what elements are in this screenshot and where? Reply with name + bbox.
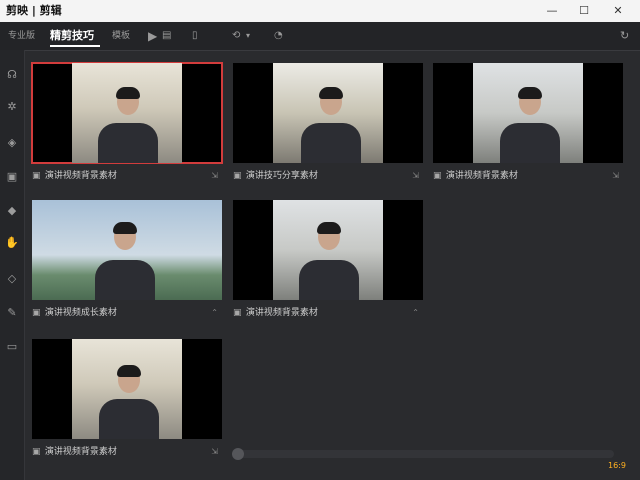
person-figure [98, 123, 158, 163]
video-icon: ▣ [32, 447, 41, 457]
refresh-icon[interactable]: ↻ [620, 22, 629, 50]
phone-icon[interactable]: ▯ [192, 22, 198, 50]
scroll-handle[interactable] [232, 448, 244, 460]
clip-card[interactable]: ▣ 演讲视频背景素材 ⇲ [31, 62, 224, 190]
person-figure [99, 399, 159, 439]
clip-thumbnail[interactable] [31, 62, 223, 164]
gear-icon[interactable]: ✲ [5, 100, 19, 114]
more-icon[interactable]: ⇲ [211, 445, 218, 459]
tag-icon[interactable]: ◆ [5, 204, 19, 218]
clip-card[interactable]: ▣ 演讲视频背景素材 ⇲ [433, 63, 625, 190]
video-icon: ▣ [433, 171, 442, 181]
expand-icon[interactable]: ⌃ [211, 306, 218, 320]
clip-thumbnail[interactable] [32, 200, 222, 300]
clip-title: 演讲视频背景素材 [44, 447, 117, 457]
video-icon: ▣ [233, 171, 242, 181]
clip-title: 演讲视频成长素材 [44, 308, 117, 318]
transition-icon[interactable]: ⟲ [232, 22, 240, 50]
person-figure [518, 87, 542, 99]
clip-grid: ▣ 演讲视频背景素材 ⇲ ▣ 演讲技巧分享素材 ⇲ ▣ 演讲视频背景素材 ⇲ ▣… [24, 50, 640, 480]
active-tab-indicator [50, 45, 100, 47]
brush-icon[interactable]: ✎ [5, 306, 19, 320]
expand-icon[interactable]: ⌃ [412, 306, 419, 320]
person-figure [116, 87, 140, 99]
tab-templates[interactable]: 模板 [112, 22, 130, 50]
pointer-icon[interactable]: ◔ [274, 22, 283, 50]
window-title: 剪映 | 剪辑 [6, 4, 62, 17]
clip-card[interactable]: ▣ 演讲技巧分享素材 ⇲ [233, 63, 425, 190]
person-figure [299, 260, 359, 300]
monitor-icon[interactable]: ▣ [5, 170, 19, 184]
person-figure [95, 260, 155, 300]
tab-pro[interactable]: 专业版 [8, 22, 35, 50]
person-figure [301, 123, 361, 163]
clip-caption: ▣ 演讲视频背景素材 ⇲ [433, 169, 623, 183]
clip-caption: ▣ 演讲视频背景素材 ⇲ [32, 445, 222, 459]
clip-caption: ▣ 演讲视频成长素材 ⌃ [32, 306, 222, 320]
video-icon: ▣ [32, 308, 41, 318]
video-icon: ▣ [233, 308, 242, 318]
close-button[interactable]: ✕ [606, 0, 630, 22]
clip-title: 演讲视频背景素材 [245, 308, 318, 318]
bag-icon[interactable]: ◈ [5, 136, 19, 150]
clip-caption: ▣ 演讲技巧分享素材 ⇲ [233, 169, 423, 183]
aspect-ratio-badge[interactable]: 16:9 [608, 461, 626, 470]
more-icon[interactable]: ⇲ [612, 169, 619, 183]
media-icon[interactable]: ▤ [162, 22, 171, 50]
chevron-down-icon[interactable]: ▾ [246, 22, 250, 50]
person-figure [117, 365, 141, 377]
clip-caption: ▣ 演讲视频背景素材 ⌃ [233, 306, 423, 320]
clip-thumbnail[interactable] [233, 200, 423, 300]
sidebar: ☊ ✲ ◈ ▣ ◆ ✋ ◇ ✎ ▭ [0, 50, 25, 480]
clip-title: 演讲视频背景素材 [445, 171, 518, 181]
clip-card[interactable]: ▣ 演讲视频成长素材 ⌃ [32, 200, 224, 327]
horizontal-scrollbar[interactable] [236, 450, 614, 458]
clip-thumbnail[interactable] [32, 339, 222, 439]
clip-thumbnail[interactable] [433, 63, 623, 163]
brain-icon[interactable]: ☊ [5, 68, 19, 82]
clip-card[interactable]: ▣ 演讲视频背景素材 ⇲ [32, 339, 224, 466]
clip-caption: ▣ 演讲视频背景素材 ⇲ [32, 169, 222, 183]
more-icon[interactable]: ⇲ [412, 169, 419, 183]
clip-card[interactable]: ▣ 演讲视频背景素材 ⌃ [233, 200, 425, 327]
person-figure [500, 123, 560, 163]
video-icon: ▣ [32, 171, 41, 181]
settings-panel-icon[interactable]: ▭ [5, 340, 19, 354]
person-figure [113, 222, 137, 234]
clip-title: 演讲技巧分享素材 [245, 171, 318, 181]
clip-title: 演讲视频背景素材 [44, 171, 117, 181]
more-icon[interactable]: ⇲ [211, 169, 218, 183]
play-icon[interactable]: ▶ [148, 22, 157, 50]
minimize-button[interactable]: — [540, 0, 564, 22]
clip-thumbnail[interactable] [233, 63, 423, 163]
maximize-button[interactable]: ☐ [572, 0, 596, 22]
person-figure [319, 87, 343, 99]
person-figure [317, 222, 341, 234]
hand-icon[interactable]: ✋ [5, 236, 19, 250]
shield-icon[interactable]: ◇ [5, 272, 19, 286]
